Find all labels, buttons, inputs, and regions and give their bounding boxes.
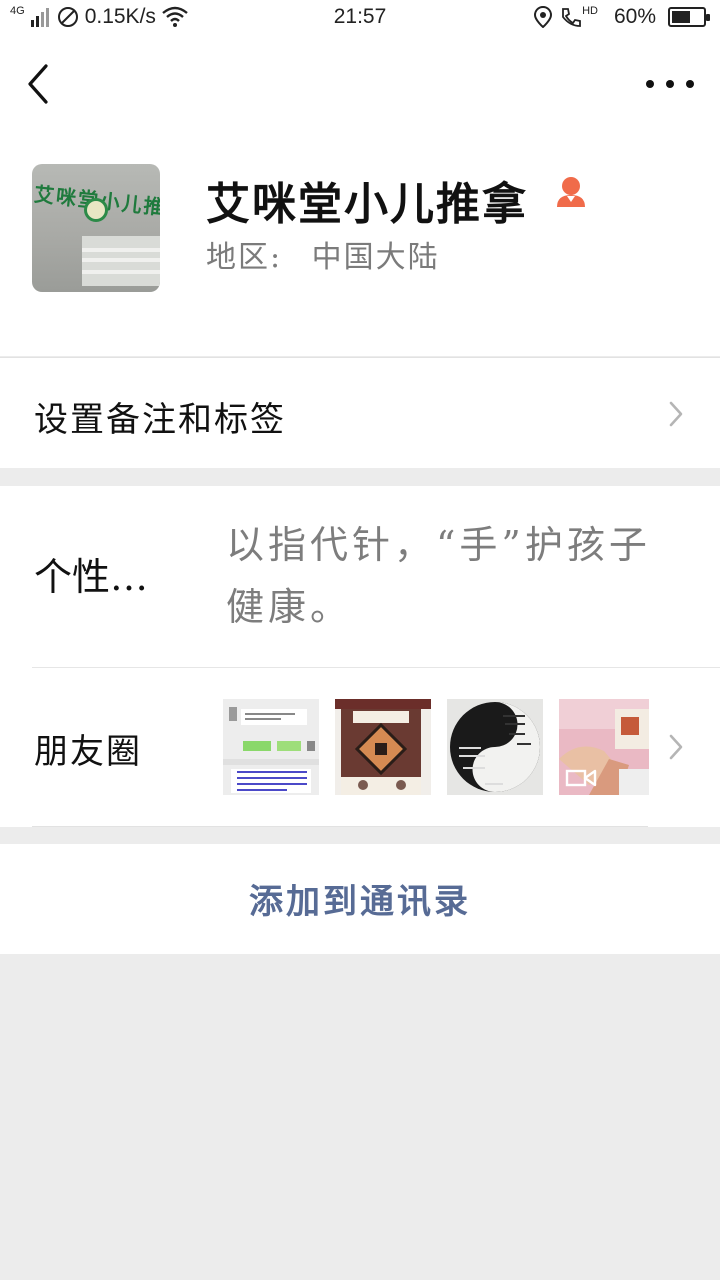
moment-thumbnail[interactable] <box>223 699 319 795</box>
battery-fill <box>672 11 690 23</box>
more-dot-icon <box>646 80 654 88</box>
massage-video-image <box>559 699 649 795</box>
profile-name: 艾咪堂小儿推拿 <box>206 179 528 230</box>
add-to-contacts-row: 添加到通讯录 <box>0 844 720 954</box>
hd-label: HD <box>582 5 598 17</box>
remark-label: 设置备注和标签 <box>34 400 286 440</box>
more-dot-icon <box>686 80 694 88</box>
set-remark-tags-row[interactable]: 设置备注和标签 <box>0 357 720 468</box>
add-to-contacts-button[interactable]: 添加到通讯录 <box>0 874 720 923</box>
moment-video-thumbnail[interactable] <box>559 699 649 795</box>
chat-screenshot-image <box>223 699 319 795</box>
back-button[interactable] <box>20 60 60 108</box>
book-cover-image <box>335 699 431 795</box>
moments-row[interactable]: 朋友圈 <box>0 668 720 826</box>
battery-percent: 60% <box>613 5 656 28</box>
chevron-left-icon <box>28 64 48 104</box>
info-section: 个性… 以指代针，“手”护孩子健康。 朋友圈 <box>0 486 720 827</box>
more-options-button[interactable] <box>646 66 694 102</box>
more-dot-icon <box>666 80 674 88</box>
moments-label: 朋友圈 <box>34 732 142 772</box>
profile-header: 艾咪堂小儿推拿 艾咪堂小儿推拿 地区: 中国大陆 <box>0 132 720 356</box>
moment-thumbnail[interactable] <box>335 699 431 795</box>
chevron-right-icon <box>669 734 683 760</box>
signature-value: 以指代针，“手”护孩子健康。 <box>226 523 651 629</box>
location-icon <box>534 6 553 28</box>
avatar[interactable]: 艾咪堂小儿推拿 <box>32 164 160 292</box>
hd-call-icon <box>562 8 581 27</box>
moment-thumbnail[interactable] <box>447 699 543 795</box>
yin-yang-chart-image <box>447 699 543 795</box>
status-bar: 4G 0.15K/s 21:57 HD 60% <box>0 0 720 36</box>
avatar-logo-icon <box>84 198 108 222</box>
region-label: 地区: <box>206 240 283 275</box>
battery-icon <box>668 7 710 27</box>
nav-bar <box>0 36 720 132</box>
profile-region: 地区: 中国大陆 <box>206 232 440 276</box>
divider <box>32 826 648 827</box>
signature-label: 个性… <box>34 555 149 599</box>
moments-thumbnails <box>223 699 649 795</box>
female-icon <box>557 177 585 207</box>
region-value: 中国大陆 <box>311 240 440 275</box>
avatar-panel <box>82 236 160 286</box>
status-right: HD 60% <box>534 5 710 29</box>
chevron-right-icon <box>669 401 683 427</box>
